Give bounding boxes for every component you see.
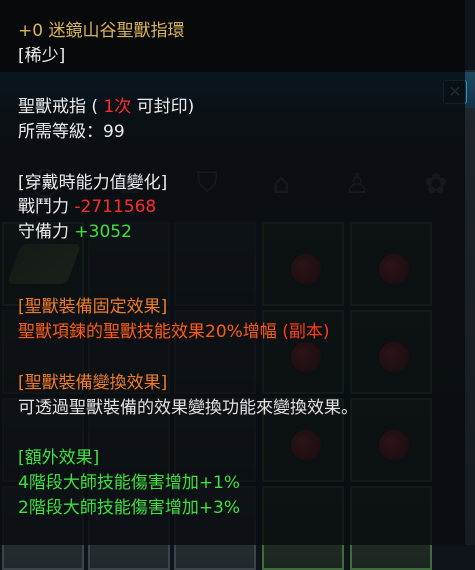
fixed-effect-tag: (副本) [282, 322, 330, 342]
extra-effect-header: [額外效果] [18, 448, 100, 468]
power-label: 戰鬥力 [18, 197, 75, 217]
fixed-effect-text: 聖獸項鍊的聖獸技能效果20%增幅 (副本) [18, 317, 329, 342]
item-type-suffix: 可封印) [131, 97, 195, 117]
level-requirement: 所需等級：99 [18, 122, 125, 142]
item-rarity: [稀少] [18, 46, 66, 66]
item-tooltip: +0 迷鏡山谷聖獸指環 [稀少] 聖獸戒指 ( 1次 可封印) 所需等級：99 … [0, 0, 465, 545]
seal-count: 1次 [103, 97, 132, 117]
convert-effect-header: [聖獸裝備變換效果] [18, 373, 168, 393]
power-stat: 戰鬥力 -2711568 [18, 192, 156, 217]
extra-effect-line-1: 4階段大師技能傷害增加+1% [18, 473, 241, 493]
defense-label: 守備力 [18, 222, 75, 242]
fixed-effect-header: [聖獸裝備固定效果] [18, 297, 168, 317]
convert-effect-text: 可透過聖獸裝備的效果變換功能來變換效果。 [18, 398, 358, 418]
fixed-effect-body: 聖獸項鍊的聖獸技能效果20%增幅 [18, 322, 283, 342]
defense-value: +3052 [74, 222, 132, 242]
item-type: 聖獸戒指 ( 1次 可封印) [18, 92, 194, 117]
item-type-prefix: 聖獸戒指 ( [18, 97, 104, 117]
defense-stat: 守備力 +3052 [18, 217, 132, 242]
power-value: -2711568 [74, 197, 157, 217]
item-name: +0 迷鏡山谷聖獸指環 [18, 21, 185, 41]
stats-header: [穿戴時能力值變化] [18, 173, 168, 193]
extra-effect-line-2: 2階段大師技能傷害增加+3% [18, 498, 241, 518]
